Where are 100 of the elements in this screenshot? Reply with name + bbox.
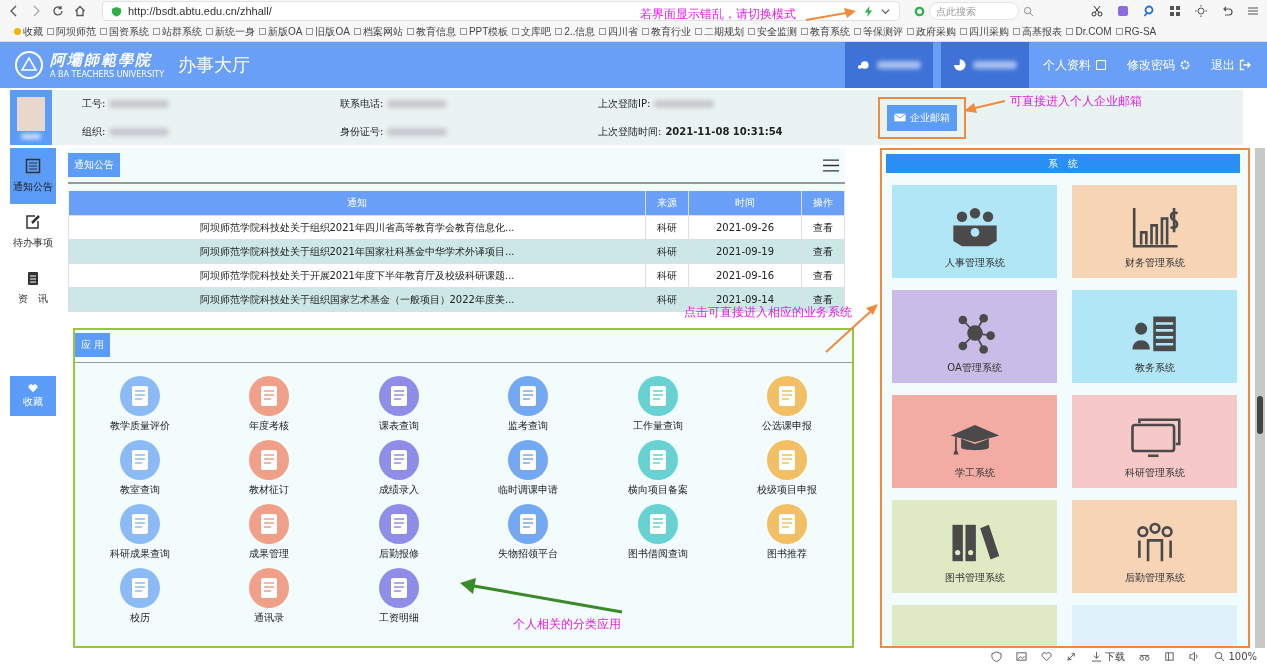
app-tile[interactable]: 校级项目申报 xyxy=(722,440,852,497)
field-label: 身份证号: xyxy=(340,124,384,139)
app-tile[interactable]: 教室查询 xyxy=(75,440,205,497)
bookmark-item[interactable]: 文库吧 xyxy=(512,24,552,39)
bookmark-item[interactable]: 四川省 xyxy=(599,24,639,39)
system-tile[interactable]: 财务管理系统 xyxy=(1072,185,1237,278)
blurred-text xyxy=(387,99,448,108)
bookmark-item[interactable]: 高基报表 xyxy=(1013,24,1063,39)
shield-icon[interactable] xyxy=(991,651,1003,662)
notice-title[interactable]: 阿坝师范学院科技处关于组织2021年国家社科基金中华学术外译项目... xyxy=(68,239,646,264)
home-icon[interactable] xyxy=(74,5,86,17)
annotation-text: 个人相关的分类应用 xyxy=(513,616,621,633)
app-tile[interactable]: 校历 xyxy=(75,568,205,625)
list-icon xyxy=(25,158,41,174)
system-tile[interactable]: 教务系统 xyxy=(1072,290,1237,383)
download-icon xyxy=(1091,651,1103,662)
undo-icon[interactable] xyxy=(1221,5,1233,17)
bookmark-item[interactable]: 收藏 xyxy=(14,24,43,39)
monitor-icon xyxy=(1128,416,1181,460)
menu-icon[interactable] xyxy=(823,158,839,172)
view-link[interactable]: 查看 xyxy=(801,215,845,240)
app-tile[interactable]: 图书推荐 xyxy=(722,504,852,561)
system-tile[interactable]: 科研管理系统 xyxy=(1072,395,1237,488)
bookmark-item[interactable]: 2..信息 xyxy=(555,24,596,39)
bookmark-item[interactable]: Dr.COM xyxy=(1066,26,1112,37)
app-tile[interactable]: 教材征订 xyxy=(204,440,334,497)
download-button[interactable]: 下载 xyxy=(1091,649,1126,664)
notice-title[interactable]: 阿坝师范学院科技处关于组织国家艺术基金（一般项目）2022年度美... xyxy=(68,287,646,312)
system-tile[interactable]: OA管理系统 xyxy=(892,290,1057,383)
shield-icon xyxy=(111,5,122,17)
system-tile[interactable]: 后勤管理系统 xyxy=(1072,500,1237,593)
app-tile[interactable]: 后勤报修 xyxy=(334,504,464,561)
field-label: 上次登陆时间: xyxy=(598,124,662,139)
app-tile[interactable]: 工作量查询 xyxy=(593,376,723,433)
bookmark-item[interactable]: RG-SA xyxy=(1115,26,1157,37)
app-tile[interactable]: 成绩录入 xyxy=(334,440,464,497)
image-icon[interactable] xyxy=(1016,651,1028,662)
bookmark-item[interactable]: 四川采购 xyxy=(960,24,1010,39)
blurred-text xyxy=(387,127,448,136)
bookmark-item[interactable]: 旧版OA xyxy=(306,24,350,39)
scissors-icon[interactable] xyxy=(1091,5,1103,17)
bookmark-item[interactable]: 政府采购 xyxy=(907,24,957,39)
grid-icon[interactable] xyxy=(1169,5,1181,17)
app-tile[interactable]: 监考查询 xyxy=(463,376,593,433)
bookmark-item[interactable]: 新版OA xyxy=(259,24,303,39)
edit-icon xyxy=(25,214,41,230)
zoom-button[interactable]: 100% xyxy=(1214,651,1257,662)
table-cell: 2021-09-19 xyxy=(688,239,802,264)
heart-icon[interactable] xyxy=(1041,651,1053,662)
app-tile[interactable]: 图书借阅查询 xyxy=(593,504,723,561)
speaker-icon[interactable] xyxy=(1189,651,1201,662)
app-tile[interactable]: 工资明细 xyxy=(334,568,464,625)
app-tile[interactable]: 成果管理 xyxy=(204,504,334,561)
search-icon xyxy=(1023,5,1034,17)
field-label: 联系电话: xyxy=(340,96,384,111)
scrollbar-thumb[interactable] xyxy=(1257,396,1263,434)
notice-title[interactable]: 阿坝师范学院科技处关于开展2021年度下半年教育厅及校级科研课题... xyxy=(68,263,646,288)
sidebar-item[interactable]: 待办事项 xyxy=(10,204,56,260)
bookmark-item[interactable]: 教育行业 xyxy=(642,24,692,39)
lightning-icon[interactable] xyxy=(863,5,874,17)
table-cell: 科研 xyxy=(645,215,689,240)
app-tile[interactable]: 临时调课申请 xyxy=(463,440,593,497)
sidebar-item[interactable]: 资 讯 xyxy=(10,260,56,316)
bookmark-item[interactable]: 安全监测 xyxy=(748,24,798,39)
bookmark-item[interactable]: 档案网站 xyxy=(353,24,403,39)
app-tile[interactable]: 横向项目备案 xyxy=(593,440,723,497)
blurred-text xyxy=(21,133,41,139)
logo-name: 阿壩師範學院 xyxy=(50,51,153,70)
brightness-icon[interactable] xyxy=(1195,5,1207,17)
app-tile[interactable]: 课表查询 xyxy=(334,376,464,433)
bookmark-item[interactable]: 二期规划 xyxy=(695,24,745,39)
bookmark-item[interactable]: 教育系统 xyxy=(801,24,851,39)
search-engine-icon xyxy=(914,5,925,17)
app-tile[interactable]: 年度考核 xyxy=(204,376,334,433)
system-tile[interactable]: 学工系统 xyxy=(892,395,1057,488)
bookmark-item[interactable]: 教育信息 xyxy=(406,24,456,39)
search-icon[interactable] xyxy=(1143,5,1155,17)
app-tile[interactable]: 教学质量评价 xyxy=(75,376,205,433)
bookmark-item[interactable]: PPT模板 xyxy=(459,24,509,39)
bookmark-item[interactable]: 等保测评 xyxy=(854,24,904,39)
system-tile[interactable]: 图书管理系统 xyxy=(892,500,1057,593)
app-tile[interactable]: 通讯录 xyxy=(204,568,334,625)
app-tile[interactable]: 科研成果查询 xyxy=(75,504,205,561)
bookmark-item[interactable]: 站群系统 xyxy=(153,24,202,39)
bookmark-item[interactable]: 阿坝师范 xyxy=(47,24,96,39)
search-field[interactable]: 点此搜索 xyxy=(929,2,1019,20)
bookmark-item[interactable]: 国资系统 xyxy=(100,24,149,39)
blurred-text xyxy=(109,99,170,108)
system-tile[interactable]: 人事管理系统 xyxy=(892,185,1057,278)
app-tile[interactable]: 公选课申报 xyxy=(722,376,852,433)
app-tile[interactable]: 失物招领平台 xyxy=(463,504,593,561)
bookmark-item[interactable]: 新统一身 xyxy=(206,24,255,39)
sidebar-item[interactable]: 通知公告 xyxy=(10,148,56,204)
notice-title[interactable]: 阿坝师范学院科技处关于组织2021年四川省高等教育学会教育信息化... xyxy=(68,215,646,240)
window-icon[interactable] xyxy=(1164,651,1176,662)
column-header: 时间 xyxy=(688,191,802,216)
logout-icon xyxy=(1239,59,1251,71)
reload-icon[interactable] xyxy=(52,5,64,17)
field-label: 工号: xyxy=(82,96,106,111)
app-title: 办事大厅 xyxy=(178,53,251,77)
